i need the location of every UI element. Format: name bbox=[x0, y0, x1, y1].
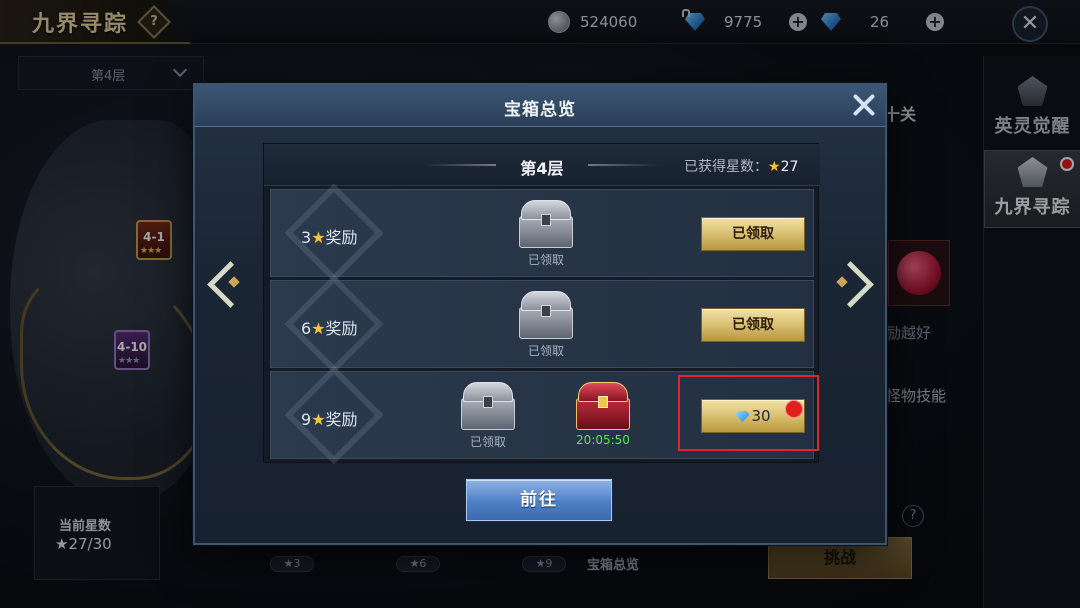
star-icon: ★ bbox=[311, 228, 326, 247]
silver-chest-icon bbox=[515, 198, 577, 252]
silver-chest-icon bbox=[457, 380, 519, 434]
silver-chest-icon bbox=[515, 289, 577, 343]
divider bbox=[588, 164, 658, 166]
reward-row-label: 9★奖励 bbox=[301, 406, 358, 430]
reward-row: 3★奖励 已领取 已领取 bbox=[270, 183, 814, 283]
reward-text: 奖励 bbox=[325, 228, 358, 247]
star-icon: ★ bbox=[311, 410, 326, 429]
earned-stars-value: 27 bbox=[780, 159, 799, 175]
prev-floor-arrow-icon[interactable] bbox=[200, 258, 244, 312]
chest-timer: 20:05:50 bbox=[576, 433, 630, 447]
next-floor-arrow-icon[interactable] bbox=[832, 258, 876, 312]
dialog-title: 宝箱总览 bbox=[504, 100, 576, 120]
floor-header: 第4层 已获得星数：★27 bbox=[264, 144, 820, 186]
goto-button[interactable]: 前往 bbox=[466, 479, 612, 521]
star-requirement: 3 bbox=[301, 228, 312, 247]
dialog-header: 宝箱总览 bbox=[195, 85, 885, 127]
reward-row-label: 6★奖励 bbox=[301, 315, 358, 339]
chest-status: 已领取 bbox=[469, 435, 506, 449]
claimed-button[interactable]: 已领取 bbox=[701, 308, 805, 342]
star-icon: ★ bbox=[311, 319, 326, 338]
chest-overview-dialog: 宝箱总览 第4层 已获得星数：★27 3★奖励 已领取 已领取 6★奖励 已领取… bbox=[193, 83, 887, 545]
star-icon: ★ bbox=[768, 159, 781, 175]
claimed-button[interactable]: 已领取 bbox=[701, 217, 805, 251]
reward-row-label: 3★奖励 bbox=[301, 224, 358, 248]
chest-status: 已领取 bbox=[527, 253, 564, 267]
earned-stars: 已获得星数：★27 bbox=[684, 156, 798, 176]
reward-row: 6★奖励 已领取 已领取 bbox=[270, 274, 814, 374]
reward-text: 奖励 bbox=[325, 410, 358, 429]
star-requirement: 6 bbox=[301, 319, 312, 338]
red-chest-icon[interactable] bbox=[572, 380, 634, 434]
star-requirement: 9 bbox=[301, 410, 312, 429]
close-icon[interactable] bbox=[850, 91, 878, 119]
earned-stars-label: 已获得星数： bbox=[684, 159, 768, 175]
highlight-frame bbox=[678, 375, 819, 451]
chest-status: 已领取 bbox=[527, 344, 564, 358]
reward-text: 奖励 bbox=[325, 319, 358, 338]
